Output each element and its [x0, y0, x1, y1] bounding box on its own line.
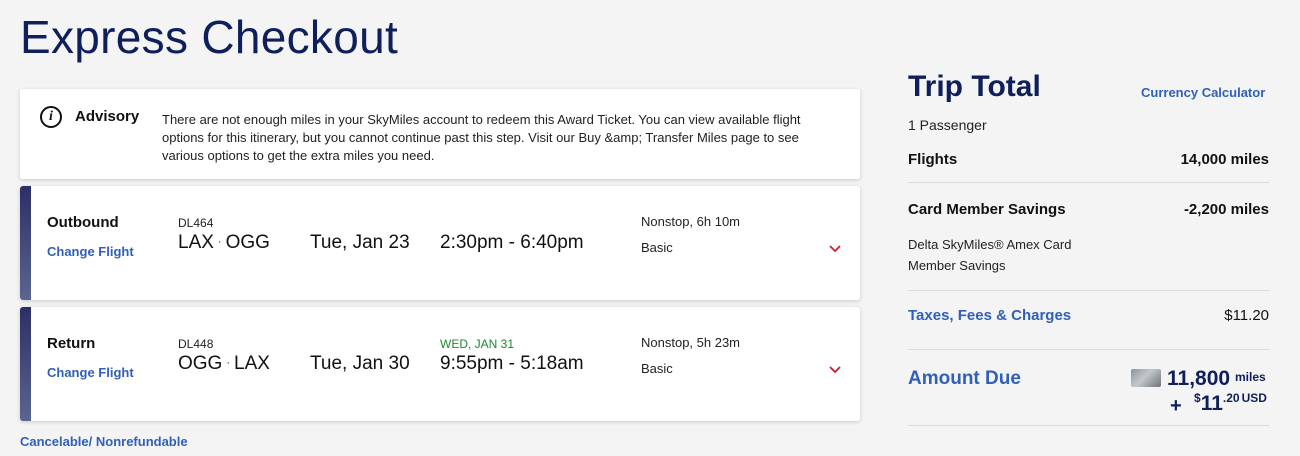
divider: [908, 290, 1269, 291]
flight-times: 9:55pm - 5:18am: [440, 353, 584, 374]
chevron-down-icon[interactable]: [828, 244, 842, 254]
page-title: Express Checkout: [20, 11, 399, 63]
amount-plus-sign: +: [1170, 395, 1182, 417]
divider: [908, 425, 1269, 426]
route-destination: OGG: [225, 232, 270, 253]
flight-date: Tue, Jan 23: [310, 232, 410, 253]
checkout-page: Express Checkout ’ i Advisory There are …: [0, 0, 1300, 456]
route-separator: ·: [217, 236, 222, 248]
route-origin: OGG: [178, 353, 223, 374]
next-day-note: WED, JAN 31: [440, 337, 515, 351]
currency-code: USD: [1241, 391, 1267, 405]
passenger-count: 1 Passenger: [908, 117, 987, 133]
currency-symbol: $: [1194, 391, 1201, 405]
flight-direction-label: Outbound: [47, 214, 119, 231]
currency-calculator-link[interactable]: Currency Calculator: [1141, 85, 1265, 100]
route-origin: LAX: [178, 232, 214, 253]
divider: [908, 182, 1269, 183]
amount-due-miles-unit: miles: [1235, 370, 1266, 384]
fare-conditions-link[interactable]: Cancelable/ Nonrefundable: [20, 434, 188, 449]
flight-times: 2:30pm - 6:40pm: [440, 232, 584, 253]
flights-cost-label: Flights: [908, 151, 958, 168]
card-accent-bar: [20, 307, 31, 421]
route-destination: LAX: [234, 353, 270, 374]
change-flight-link[interactable]: Change Flight: [47, 244, 134, 259]
flight-date: Tue, Jan 30: [310, 353, 410, 374]
savings-desc-line: Member Savings: [908, 258, 1006, 273]
chevron-down-icon[interactable]: [828, 365, 842, 375]
card-savings-value: -2,200 miles: [1183, 201, 1269, 218]
trip-total-title: Trip Total: [908, 70, 1041, 103]
flight-card-return: Return Change Flight DL448 OGG · LAX Tue, …: [20, 307, 860, 421]
flights-cost-value: 14,000 miles: [1180, 151, 1269, 168]
top-edge-mark: ’: [1082, 0, 1085, 8]
savings-desc-line: Delta SkyMiles® Amex Card: [908, 237, 1072, 252]
cabin-class: Basic: [641, 240, 673, 255]
stops-duration: Nonstop, 6h 10m: [641, 214, 741, 229]
change-flight-link[interactable]: Change Flight: [47, 365, 134, 380]
taxes-fees-link[interactable]: Taxes, Fees & Charges: [908, 307, 1071, 324]
flight-card-outbound: Outbound Change Flight DL464 LAX · OGG Tue…: [20, 186, 860, 300]
flight-number: DL448: [178, 337, 214, 351]
card-savings-label: Card Member Savings: [908, 201, 1066, 218]
flight-route: LAX · OGG: [178, 232, 270, 254]
card-accent-bar: [20, 186, 31, 300]
cash-cents: .20: [1222, 391, 1240, 405]
amount-due-miles: 11,800: [1167, 367, 1231, 390]
advisory-title: Advisory: [75, 108, 140, 125]
taxes-fees-value: $11.20: [1224, 307, 1269, 324]
amount-due-label: Amount Due: [908, 368, 1021, 389]
card-savings-description: Delta SkyMiles® Amex Card Member Savings: [908, 234, 1108, 276]
cabin-class: Basic: [641, 361, 673, 376]
flight-direction-label: Return: [47, 335, 96, 352]
advisory-box: i Advisory There are not enough miles in…: [20, 89, 860, 179]
flight-route: OGG · LAX: [178, 353, 270, 375]
advisory-message: There are not enough miles in your SkyMi…: [162, 112, 801, 163]
amount-due-cash: $11.20 USD: [1194, 391, 1267, 416]
cash-whole: 11: [1200, 392, 1223, 415]
info-icon: i: [40, 106, 62, 128]
flight-number: DL464: [178, 216, 214, 230]
stops-duration: Nonstop, 5h 23m: [641, 335, 741, 350]
divider: [908, 349, 1269, 350]
credit-card-icon: [1131, 369, 1161, 387]
route-separator: ·: [226, 357, 231, 369]
